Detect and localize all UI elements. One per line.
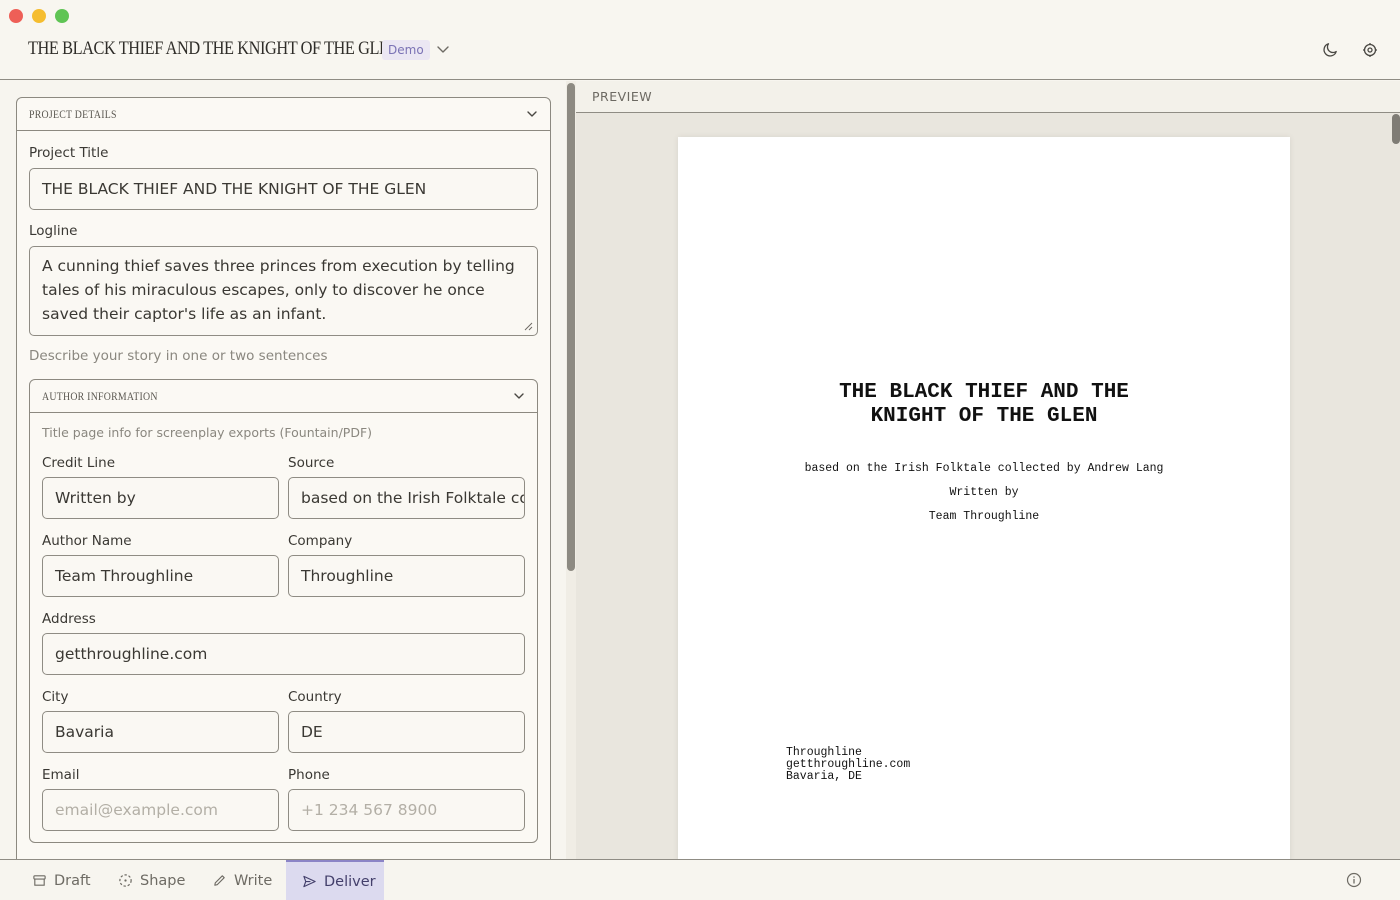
credit-line-input[interactable]: Written by	[42, 477, 279, 519]
phone-input[interactable]: +1 234 567 8900	[288, 789, 525, 831]
preview-scrollbar[interactable]	[1392, 114, 1400, 144]
author-help-text: Title page info for screenplay exports (…	[42, 425, 373, 440]
archive-icon	[33, 875, 46, 886]
left-panel-scrollbar[interactable]	[567, 83, 575, 571]
project-title-heading: THE BLACK THIEF AND THE KNIGHT OF THE GL…	[28, 38, 400, 59]
preview-header: PREVIEW	[576, 81, 1400, 113]
tab-label: Draft	[54, 872, 91, 889]
tab-shape[interactable]: Shape	[118, 860, 185, 900]
script-title-line: THE BLACK THIEF AND THE	[839, 381, 1129, 404]
project-details-section: PROJECT DETAILS Project Title THE BLACK …	[16, 97, 551, 859]
dashed-circle-icon	[119, 874, 132, 887]
section-title: AUTHOR INFORMATION	[42, 389, 158, 403]
logline-label: Logline	[29, 223, 78, 239]
window-minimize-button[interactable]	[32, 9, 46, 23]
window-close-button[interactable]	[9, 9, 23, 23]
city-label: City	[42, 689, 69, 705]
logline-help-text: Describe your story in one or two senten…	[29, 348, 328, 364]
author-information-section: AUTHOR INFORMATION Title page info for s…	[29, 379, 538, 843]
author-name-label: Author Name	[42, 533, 132, 549]
pencil-icon	[214, 875, 225, 886]
preview-label: PREVIEW	[592, 89, 653, 104]
logline-textarea[interactable]: A cunning thief saves three princes from…	[29, 246, 538, 336]
tab-label: Write	[234, 872, 273, 889]
title-bar: THE BLACK THIEF AND THE KNIGHT OF THE GL…	[0, 0, 1400, 80]
source-label: Source	[288, 455, 335, 471]
project-details-header[interactable]: PROJECT DETAILS	[17, 98, 550, 131]
window-maximize-button[interactable]	[55, 9, 69, 23]
script-source-line: based on the Irish Folktale collected by…	[804, 462, 1164, 475]
script-contact-block: Throughline getthroughline.com Bavaria, …	[786, 747, 910, 783]
tab-draft[interactable]: Draft	[32, 860, 91, 900]
address-input[interactable]: getthroughline.com	[42, 633, 525, 675]
phone-label: Phone	[288, 767, 330, 783]
city-input[interactable]: Bavaria	[42, 711, 279, 753]
moon-icon[interactable]	[1322, 42, 1338, 58]
project-title-label: Project Title	[29, 145, 109, 161]
tab-label: Shape	[140, 872, 186, 889]
email-input[interactable]: email@example.com	[42, 789, 279, 831]
tab-write[interactable]: Write	[212, 860, 272, 900]
section-title: PROJECT DETAILS	[29, 107, 117, 121]
country-input[interactable]: DE	[288, 711, 525, 753]
credit-line-label: Credit Line	[42, 455, 116, 471]
bottom-tab-bar: Draft Shape Write Deliver	[0, 859, 1400, 900]
tab-deliver[interactable]: Deliver	[286, 860, 384, 900]
script-title-line: KNIGHT OF THE GLEN	[870, 405, 1098, 428]
demo-badge: Demo	[382, 40, 430, 60]
resize-handle-icon[interactable]	[523, 321, 533, 331]
logline-text: A cunning thief saves three princes from…	[42, 257, 515, 323]
country-label: Country	[288, 689, 342, 705]
details-panel: PROJECT DETAILS Project Title THE BLACK …	[0, 81, 566, 859]
send-icon	[303, 875, 316, 888]
project-title-input[interactable]: THE BLACK THIEF AND THE KNIGHT OF THE GL…	[29, 168, 538, 210]
source-input[interactable]: based on the Irish Folktale collected by…	[288, 477, 525, 519]
chevron-down-icon[interactable]	[513, 390, 525, 402]
script-credit-line: Written by	[949, 486, 1019, 499]
script-author-line: Team Throughline	[928, 510, 1040, 523]
company-input[interactable]: Throughline	[288, 555, 525, 597]
script-title: THE BLACK THIEF AND THE KNIGHT OF THE GL…	[678, 381, 1290, 429]
chevron-down-icon[interactable]	[436, 42, 450, 56]
preview-panel: PREVIEW THE BLACK THIEF AND THE KNIGHT O…	[576, 81, 1400, 859]
author-name-input[interactable]: Team Throughline	[42, 555, 279, 597]
tab-label: Deliver	[324, 873, 376, 890]
settings-icon[interactable]	[1362, 42, 1378, 58]
email-label: Email	[42, 767, 80, 783]
title-page-preview: THE BLACK THIEF AND THE KNIGHT OF THE GL…	[678, 137, 1290, 859]
author-information-header[interactable]: AUTHOR INFORMATION	[30, 380, 537, 413]
info-icon[interactable]	[1346, 872, 1362, 888]
chevron-down-icon[interactable]	[526, 108, 538, 120]
script-contact-location: Bavaria, DE	[786, 770, 862, 783]
address-label: Address	[42, 611, 96, 627]
company-label: Company	[288, 533, 353, 549]
